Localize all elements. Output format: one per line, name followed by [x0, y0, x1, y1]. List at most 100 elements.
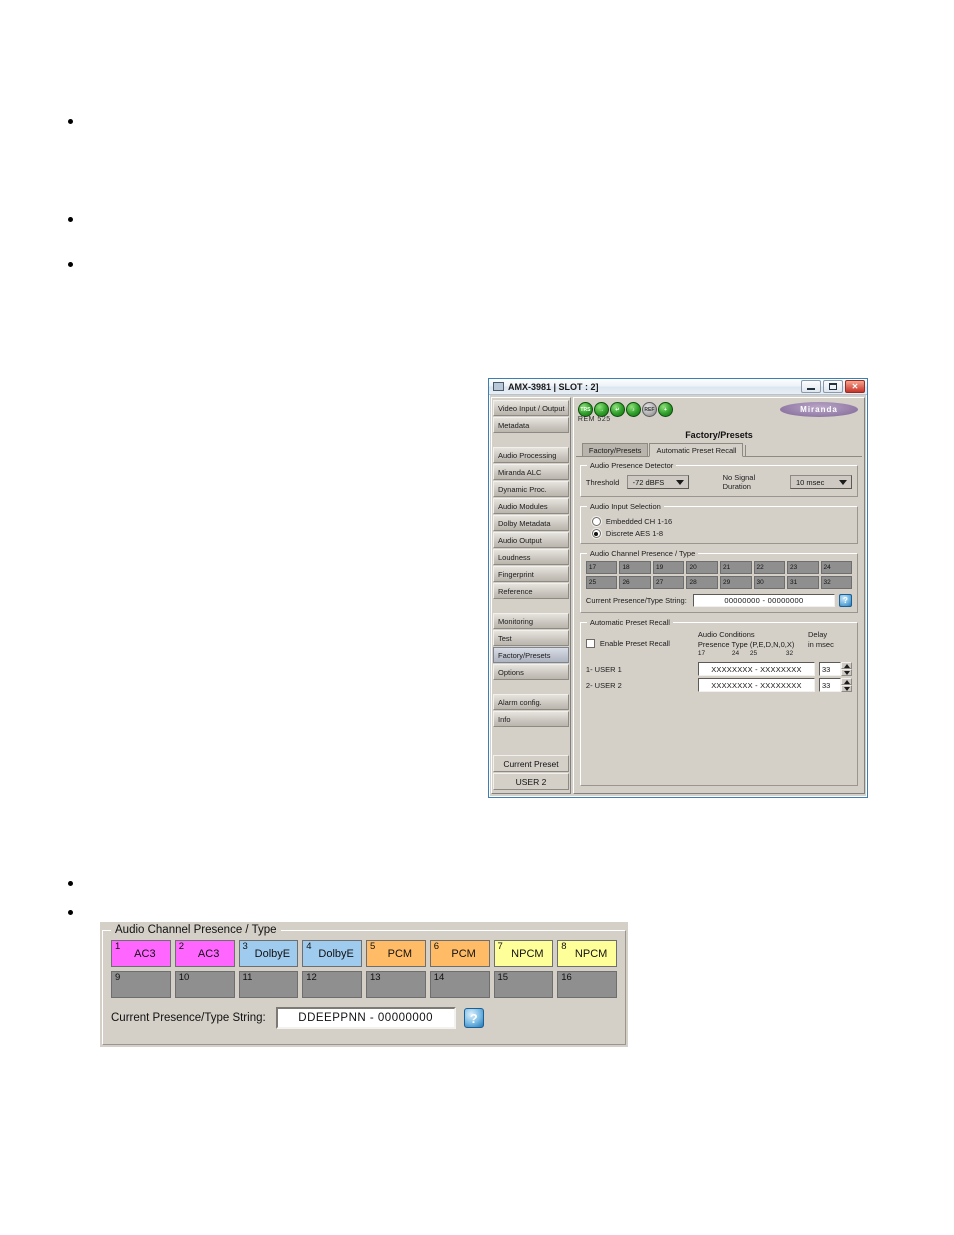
audio-condition-input[interactable]: XXXXXXXX - XXXXXXXX: [697, 662, 815, 676]
channel-cell[interactable]: 20: [686, 561, 718, 574]
sidebar-item-metadata[interactable]: Metadata: [493, 417, 569, 433]
figure-channel-cell[interactable]: 14: [429, 971, 490, 998]
channel-type: NPCM: [511, 947, 544, 960]
sidebar-item-options[interactable]: Options: [493, 664, 569, 680]
spinner-up-icon[interactable]: [841, 678, 852, 685]
close-button[interactable]: ✕: [845, 380, 865, 393]
help-icon[interactable]: ?: [463, 1008, 484, 1028]
chevron-down-icon: [839, 480, 847, 485]
tab-automatic-preset-recall[interactable]: Automatic Preset Recall: [649, 443, 744, 457]
sidebar-item-audio-output[interactable]: Audio Output: [493, 532, 569, 548]
figure-channel-cell[interactable]: 10: [174, 971, 235, 998]
figure-channel-cell[interactable]: 2 AC3: [174, 940, 235, 967]
sidebar-item-reference[interactable]: Reference: [493, 583, 569, 599]
minimize-button[interactable]: [801, 380, 821, 393]
channel-index: 6: [433, 941, 440, 952]
trs-status-icon[interactable]: TRS: [577, 402, 593, 417]
navigation-sidebar: Video Input / Output Metadata Audio Proces…: [491, 397, 571, 794]
page-title: Factory/Presets: [685, 430, 753, 440]
sidebar-item-test[interactable]: Test: [493, 630, 569, 646]
sidebar-item-label: Monitoring: [498, 616, 534, 626]
channel-cell[interactable]: 18: [619, 561, 651, 574]
channel-cell[interactable]: 31: [787, 576, 819, 589]
channel-cell[interactable]: 23: [787, 561, 819, 574]
figure-channel-cell[interactable]: 4 DolbyE: [302, 940, 362, 967]
figure-channel-cell[interactable]: 15: [493, 971, 554, 998]
sidebar-item-loudness[interactable]: Loudness: [493, 549, 569, 565]
figure-channel-cell[interactable]: 8 NPCM: [557, 940, 617, 967]
figure-channel-cell[interactable]: 16: [557, 971, 617, 998]
channel-cell[interactable]: 25: [585, 576, 618, 589]
figure-channel-cell[interactable]: 12: [302, 971, 362, 998]
delay-input[interactable]: 33: [819, 662, 841, 676]
figure-channel-cell[interactable]: 13: [366, 971, 426, 998]
figure-channel-cell[interactable]: 1 AC3: [111, 940, 171, 967]
help-icon[interactable]: ?: [839, 594, 852, 607]
presence-string-label: Current Presence/Type String:: [585, 596, 687, 605]
sidebar-item-monitoring[interactable]: Monitoring: [493, 613, 569, 629]
channel-index: 1: [115, 941, 121, 952]
sidebar-item-dynamic-proc[interactable]: Dynamic Proc.: [493, 481, 569, 497]
sidebar-item-info[interactable]: Info: [493, 711, 569, 727]
figure-channel-cell[interactable]: 5 PCM: [366, 940, 426, 967]
channel-cell[interactable]: 22: [753, 561, 786, 574]
threshold-select[interactable]: -72 dBFS: [626, 475, 689, 489]
reference-status-icon[interactable]: REF: [641, 402, 657, 417]
miranda-logo: Miranda: [780, 402, 858, 417]
spinner-down-icon[interactable]: [841, 685, 852, 692]
radio-dot-icon: [594, 531, 599, 536]
input-status-icon[interactable]: →: [593, 402, 609, 417]
tab-factory-presets[interactable]: Factory/Presets: [581, 443, 649, 456]
channel-cell[interactable]: 26: [619, 576, 651, 589]
sidebar-item-alarm-config[interactable]: Alarm config.: [493, 694, 569, 710]
channel-cell[interactable]: 29: [719, 576, 752, 589]
no-signal-duration-select[interactable]: 10 msec: [790, 475, 852, 489]
radio-option-discrete-aes-1-8[interactable]: Discrete AES 1-8: [591, 529, 852, 538]
sidebar-item-audio-processing[interactable]: Audio Processing: [493, 447, 569, 463]
channel-cell[interactable]: 27: [652, 576, 685, 589]
sidebar-item-dolby-metadata[interactable]: Dolby Metadata: [493, 515, 569, 531]
output-status-icon[interactable]: ↵: [609, 402, 625, 417]
channel-cell[interactable]: 19: [652, 561, 685, 574]
apr-enable-area: Enable Preset Recall: [585, 630, 698, 648]
sidebar-item-video-input-output[interactable]: Video Input / Output: [493, 400, 569, 416]
radio-button[interactable]: [591, 517, 601, 526]
channel-cell[interactable]: 24: [820, 561, 853, 574]
figure-channel-cell[interactable]: 9: [111, 971, 171, 998]
channel-cell[interactable]: 30: [753, 576, 786, 589]
channel-cell[interactable]: 17: [585, 561, 618, 574]
figure-channel-cell[interactable]: 7 NPCM: [493, 940, 554, 967]
delay-stepper[interactable]: 33: [819, 662, 852, 676]
apr-delay-header: Delay in msec: [808, 630, 852, 650]
audio-status-icon[interactable]: ♪: [625, 402, 641, 417]
scale-tick: 32: [785, 650, 794, 657]
radio-button[interactable]: [591, 529, 601, 538]
sidebar-item-factory-presets[interactable]: Factory/Presets: [493, 647, 569, 663]
enable-preset-recall-checkbox[interactable]: [585, 639, 595, 648]
sidebar-item-miranda-alc[interactable]: Miranda ALC: [493, 464, 569, 480]
figure-channel-cell[interactable]: 11: [238, 971, 299, 998]
figure-channel-cell[interactable]: 3 DolbyE: [238, 940, 299, 967]
spinner[interactable]: [841, 662, 852, 676]
sidebar-item-fingerprint[interactable]: Fingerprint: [493, 566, 569, 582]
sidebar-item-audio-modules[interactable]: Audio Modules: [493, 498, 569, 514]
channel-cell[interactable]: 21: [719, 561, 752, 574]
spinner-up-icon[interactable]: [841, 662, 852, 669]
figure-channel-cell[interactable]: 6 PCM: [429, 940, 490, 967]
channel-cell[interactable]: 32: [820, 576, 853, 589]
channel-cell[interactable]: 28: [686, 576, 718, 589]
delay-input[interactable]: 33: [819, 678, 841, 692]
spinner-down-icon[interactable]: [841, 669, 852, 676]
current-preset-value[interactable]: USER 2: [493, 773, 569, 790]
spinner[interactable]: [841, 678, 852, 692]
enable-preset-recall-row[interactable]: Enable Preset Recall: [585, 639, 698, 648]
health-status-icon[interactable]: +: [657, 402, 673, 417]
channel-type: DolbyE: [254, 947, 291, 960]
channel-index: 10: [178, 972, 190, 983]
delay-stepper[interactable]: 33: [819, 678, 852, 692]
radio-option-embedded-ch-1-16[interactable]: Embedded CH 1-16: [591, 517, 852, 526]
maximize-button[interactable]: [823, 380, 843, 393]
bullet-point: [68, 881, 73, 886]
audio-condition-input[interactable]: XXXXXXXX - XXXXXXXX: [697, 678, 815, 692]
window-titlebar[interactable]: AMX-3981 | SLOT : 2] ✕: [489, 379, 867, 395]
